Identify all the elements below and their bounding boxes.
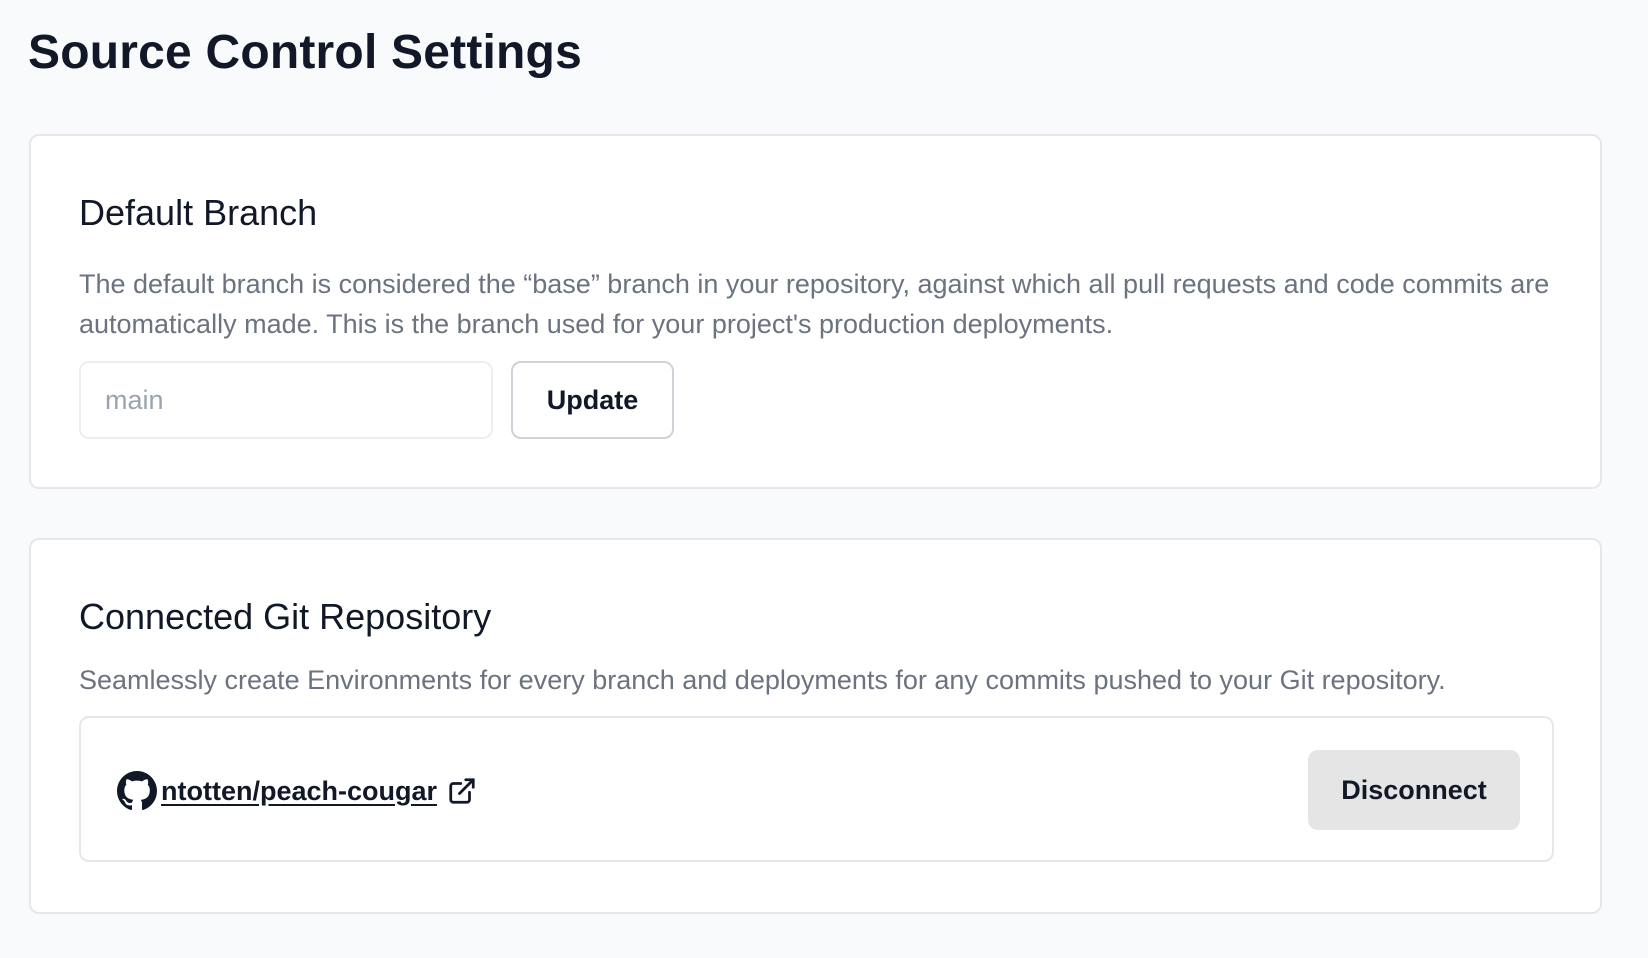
git-repository-card: Connected Git Repository Seamlessly crea… — [29, 538, 1602, 914]
git-repository-description: Seamlessly create Environments for every… — [79, 665, 1446, 695]
update-button[interactable]: Update — [511, 361, 674, 439]
default-branch-title: Default Branch — [79, 192, 318, 233]
page-title: Source Control Settings — [28, 26, 582, 79]
external-link-icon — [447, 776, 477, 806]
default-branch-input[interactable] — [79, 361, 493, 439]
github-icon — [117, 771, 157, 811]
disconnect-button[interactable]: Disconnect — [1308, 750, 1520, 830]
git-repository-title: Connected Git Repository — [79, 596, 492, 637]
repo-link[interactable]: ntotten/peach-cougar — [117, 770, 477, 812]
default-branch-description: The default branch is considered the “ba… — [79, 269, 1550, 339]
connected-repo-box: ntotten/peach-cougar Disconnect — [79, 716, 1554, 862]
default-branch-card: Default Branch The default branch is con… — [29, 134, 1602, 489]
repo-name: ntotten/peach-cougar — [161, 775, 438, 806]
